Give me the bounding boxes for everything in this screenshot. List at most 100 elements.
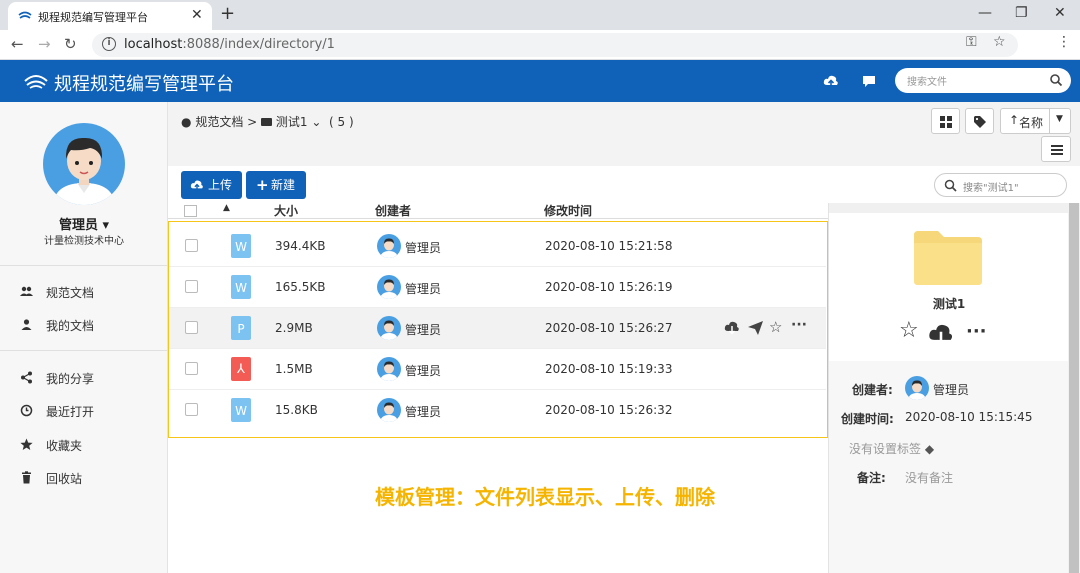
close-tab-icon[interactable]: ✕ (191, 7, 203, 23)
word-file-icon: W (231, 275, 251, 299)
search-icon[interactable] (1049, 73, 1063, 87)
row-checkbox[interactable] (185, 321, 198, 334)
download-cloud-icon[interactable] (724, 321, 740, 335)
row-checkbox[interactable] (185, 239, 198, 252)
grid-view-button[interactable] (931, 108, 960, 134)
info-icon[interactable]: i (102, 37, 116, 51)
search-icon (944, 179, 957, 192)
new-button[interactable]: + 新建 (246, 171, 306, 199)
sidebar-item-favorites[interactable]: 收藏夹 (0, 430, 168, 460)
back-icon[interactable]: ← (11, 36, 24, 52)
avatar-image (53, 137, 115, 205)
table-row[interactable]: P 2.9MB 管理员 2020-08-10 15:26:27 ☆ ··· (169, 308, 826, 349)
table-row[interactable]: W 394.4KB 管理员 2020-08-10 15:21:58 (169, 226, 826, 267)
file-creator: 管理员 (405, 323, 442, 337)
detail-tags[interactable]: 没有设置标签 (849, 442, 921, 456)
creator-avatar (377, 234, 401, 258)
browser-tab-bar: 规程规范编写管理平台 ✕ + — ❐ ✕ (0, 0, 1080, 30)
send-icon[interactable] (748, 321, 763, 335)
creator-avatar (377, 357, 401, 381)
sidebar-item-recent[interactable]: 最近打开 (0, 396, 168, 426)
sidebar-item-label: 最近打开 (46, 405, 95, 419)
row-checkbox[interactable] (185, 362, 198, 375)
breadcrumb-root[interactable]: 规范文档 (195, 115, 243, 129)
list-icon (1051, 145, 1063, 155)
scrollbar-thumb[interactable] (1069, 203, 1079, 573)
header-creator[interactable]: 创建者 (375, 203, 411, 218)
minimize-icon[interactable]: — (978, 4, 992, 22)
app-header: 规程规范编写管理平台 搜索文件 (0, 60, 1080, 102)
file-creator: 管理员 (405, 405, 442, 419)
header-mtime[interactable]: 修改时间 (544, 203, 592, 218)
new-tab-icon[interactable]: + (220, 4, 235, 24)
more-icon[interactable]: ··· (791, 317, 807, 333)
table-row[interactable]: ⅄ 1.5MB 管理员 2020-08-10 15:19:33 (169, 349, 826, 390)
creator-avatar (377, 316, 401, 340)
menu-dots-icon[interactable]: ⋮ (1057, 34, 1071, 50)
upload-cloud-icon[interactable] (823, 73, 839, 89)
select-all-checkbox[interactable] (184, 205, 197, 217)
key-icon[interactable]: ⚿ (966, 34, 977, 50)
breadcrumb-folder[interactable]: 测试1 (276, 115, 308, 129)
new-label: 新建 (271, 178, 296, 192)
list-view-button[interactable] (1041, 136, 1071, 162)
detail-creator-label: 创建者: (852, 383, 893, 397)
restore-icon[interactable]: ❐ (1015, 4, 1028, 22)
download-cloud-icon[interactable] (928, 323, 954, 347)
word-file-icon: W (231, 234, 251, 258)
sidebar-item-spec-docs[interactable]: 规范文档 (0, 277, 168, 307)
tag-icon (974, 116, 986, 128)
caret-down-icon[interactable]: ▼ (1056, 114, 1063, 124)
file-size: 165.5KB (275, 280, 326, 294)
table-row[interactable]: W 15.8KB 管理员 2020-08-10 15:26:32 (169, 390, 826, 431)
breadcrumb: ● 规范文档 > 测试1 ⌄ ( 5 ) (181, 113, 354, 130)
upload-label: 上传 (208, 178, 233, 192)
folder-search-input[interactable]: 搜索"测试1" (934, 173, 1067, 197)
star-outline-icon[interactable]: ☆ (769, 318, 782, 336)
global-search-input[interactable]: 搜索文件 (895, 68, 1071, 93)
table-row[interactable]: W 165.5KB 管理员 2020-08-10 15:26:19 (169, 267, 826, 308)
file-mtime: 2020-08-10 15:19:33 (545, 362, 673, 376)
chevron-down-icon[interactable]: ⌄ (311, 115, 321, 129)
plus-icon: + (256, 176, 269, 194)
breadcrumb-separator: > (247, 115, 258, 129)
sidebar-item-label: 收藏夹 (46, 439, 83, 453)
tag-icon: ◆ (924, 442, 935, 456)
more-icon[interactable]: ··· (966, 321, 987, 342)
sidebar-item-my-docs[interactable]: 我的文档 (0, 310, 168, 340)
sort-arrow-icon: ↑ (1009, 113, 1020, 127)
file-size: 2.9MB (275, 321, 313, 335)
table-header: ▲ 大小 创建者 修改时间 (168, 203, 828, 219)
star-outline-icon[interactable]: ☆ (899, 319, 919, 343)
file-creator: 管理员 (405, 282, 442, 296)
reload-icon[interactable]: ↻ (64, 36, 77, 52)
url-path: :8088/index/directory/1 (182, 37, 335, 52)
browser-tab[interactable]: 规程规范编写管理平台 ✕ (8, 2, 212, 30)
bookmark-star-icon[interactable]: ☆ (993, 34, 1006, 50)
global-search-placeholder: 搜索文件 (907, 77, 947, 88)
header-size[interactable]: 大小 (274, 203, 298, 218)
row-checkbox[interactable] (185, 403, 198, 416)
address-bar: ← → ↻ i localhost:8088/index/directory/1… (0, 30, 1080, 82)
tags-button[interactable] (965, 108, 994, 134)
user-name[interactable]: 管理员 (59, 218, 98, 233)
close-window-icon[interactable]: ✕ (1054, 4, 1066, 22)
upload-button[interactable]: 上传 (181, 171, 242, 199)
sidebar-item-label: 回收站 (46, 472, 83, 486)
forward-icon[interactable]: → (38, 36, 51, 52)
sort-up-icon[interactable]: ▲ (223, 203, 230, 213)
url-field[interactable]: i localhost:8088/index/directory/1 (92, 33, 1018, 57)
row-checkbox[interactable] (185, 280, 198, 293)
sort-button[interactable]: ↑ 名称 ▼ (1000, 108, 1071, 134)
user-dropdown-icon[interactable]: ▾ (103, 218, 110, 233)
sidebar-item-trash[interactable]: 回收站 (0, 463, 168, 493)
star-icon (20, 438, 33, 450)
site-logo-icon (18, 11, 32, 19)
avatar[interactable] (43, 123, 125, 205)
message-icon[interactable] (861, 73, 877, 89)
scrollbar[interactable] (1068, 203, 1080, 573)
detail-note[interactable]: 没有备注 (905, 469, 953, 486)
sidebar-item-my-shares[interactable]: 我的分享 (0, 363, 168, 393)
folder-search-placeholder: 搜索"测试1" (963, 183, 1019, 194)
clock-icon (20, 404, 33, 417)
